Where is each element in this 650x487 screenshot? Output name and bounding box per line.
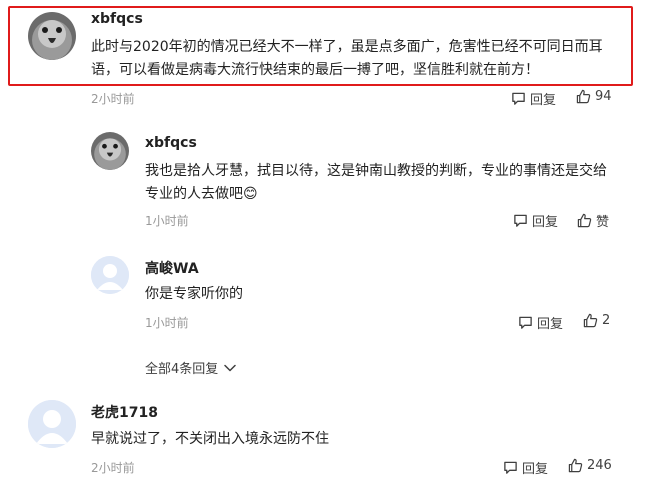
thumbs-up-icon: [576, 89, 591, 104]
like-count: 赞: [596, 215, 610, 230]
smile-emoji: 😊: [243, 186, 258, 202]
expand-replies-label: 全部4条回复: [145, 362, 219, 377]
avatar[interactable]: [28, 12, 76, 60]
parrot-avatar-image: [28, 12, 76, 60]
chevron-down-icon: [224, 364, 237, 371]
comment-bubble-icon: [519, 316, 532, 329]
avatar[interactable]: [28, 400, 76, 448]
like-count: 94: [595, 89, 612, 104]
comment-text: 你是专家听你的: [145, 286, 243, 302]
like-button[interactable]: 94: [576, 89, 612, 104]
reply-button[interactable]: 回复: [503, 458, 548, 477]
timestamp: 2小时前: [91, 92, 135, 106]
reply-label: 回复: [532, 215, 559, 230]
reply-label: 回复: [537, 317, 564, 332]
like-count: 246: [587, 458, 612, 473]
username[interactable]: xbfqcs: [145, 135, 197, 151]
thumbs-up-icon: [568, 458, 583, 473]
reply-label: 回复: [522, 462, 549, 477]
comment-text-body: 我也是拾人牙慧，拭目以待，这是钟南山教授的判断，专业的事情还是交给专业的人去做吧: [145, 163, 607, 202]
default-user-icon: [91, 256, 129, 294]
avatar[interactable]: [91, 132, 129, 170]
username[interactable]: 老虎1718: [91, 402, 158, 422]
expand-replies-button[interactable]: 全部4条回复: [145, 358, 237, 377]
comment-text: 我也是拾人牙慧，拭目以待，这是钟南山教授的判断，专业的事情还是交给专业的人去做吧…: [145, 160, 615, 206]
comment-bubble-icon: [504, 461, 517, 474]
like-button[interactable]: 赞: [577, 211, 609, 230]
reply-button[interactable]: 回复: [511, 89, 556, 108]
timestamp: 1小时前: [145, 316, 189, 330]
parrot-avatar-image: [91, 132, 129, 170]
username[interactable]: 高峻WA: [145, 258, 199, 278]
thumbs-up-icon: [577, 213, 592, 228]
reply-label: 回复: [530, 93, 557, 108]
like-count: 2: [602, 313, 611, 328]
comment-text: 早就说过了，不关闭出入境永远防不住: [91, 431, 329, 447]
default-user-icon: [28, 400, 76, 448]
username[interactable]: xbfqcs: [91, 11, 143, 27]
reply-button[interactable]: 回复: [513, 211, 558, 230]
like-button[interactable]: 2: [583, 313, 610, 328]
thumbs-up-icon: [583, 313, 598, 328]
comment-bubble-icon: [514, 214, 527, 227]
reply-button[interactable]: 回复: [518, 313, 563, 332]
avatar[interactable]: [91, 256, 129, 294]
like-button[interactable]: 246: [568, 458, 612, 473]
comment-bubble-icon: [512, 92, 525, 105]
timestamp: 2小时前: [91, 461, 135, 475]
timestamp: 1小时前: [145, 214, 189, 228]
comment-text: 此时与2020年初的情况已经大不一样了，虽是点多面广，危害性已经不可同日而耳语，…: [91, 39, 603, 78]
